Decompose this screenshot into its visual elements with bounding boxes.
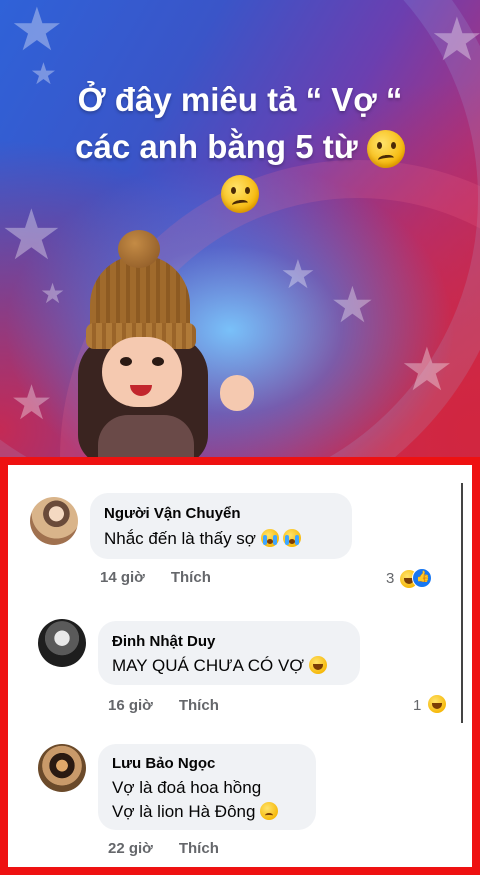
laugh-reaction-icon	[428, 695, 446, 713]
headline-line-2-text: các anh bằng 5 từ	[75, 128, 358, 165]
hat-pompom	[118, 230, 160, 268]
avatar-shirt	[98, 415, 194, 457]
comment-bubble: Người Vận Chuyển Nhắc đến là thấy sợ	[90, 493, 352, 559]
like-button[interactable]: Thích	[179, 840, 219, 857]
promo-banner: ★ ★ ★ ★ ★ ★ ★ ★ ★ Ở đây miêu tả “ Vợ “ c…	[0, 0, 480, 457]
star-decoration: ★	[10, 377, 54, 430]
comment-time[interactable]: 16 giờ	[108, 697, 153, 714]
comment-text-line-2: Vợ là lion Hà Đông	[112, 800, 279, 824]
confused-face-icon	[221, 175, 259, 214]
comment-bubble: Đinh Nhật Duy MAY QUÁ CHƯA CÓ VỢ	[98, 621, 360, 685]
like-reaction-icon	[412, 568, 432, 588]
crying-face-icon	[260, 529, 279, 547]
comment-text: MAY QUÁ CHƯA CÓ VỢ	[112, 654, 327, 678]
comment-meta: 16 giờ Thích	[108, 697, 219, 714]
commenter-avatar[interactable]	[30, 497, 78, 545]
headline-line-1: Ở đây miêu tả “ Vợ “	[77, 81, 403, 118]
commenter-name[interactable]: Lưu Bảo Ngọc	[112, 755, 215, 772]
star-decoration: ★	[430, 6, 480, 73]
comment-bubble: Lưu Bảo Ngọc Vợ là đoá hoa hồng Vợ là li…	[98, 744, 316, 830]
comment-meta: 22 giờ Thích	[108, 840, 219, 857]
comment-item: Lưu Bảo Ngọc Vợ là đoá hoa hồng Vợ là li…	[8, 720, 472, 870]
downcast-face-icon	[260, 802, 279, 820]
comment-text: Nhắc đến là thấy sợ	[104, 527, 302, 551]
commenter-name[interactable]: Đinh Nhật Duy	[112, 633, 215, 650]
comment-text-body: MAY QUÁ CHƯA CÓ VỢ	[112, 656, 304, 675]
avatar-illustration	[60, 225, 280, 457]
reaction-count[interactable]: 1	[413, 697, 421, 714]
comment-text-body: Nhắc đến là thấy sợ	[104, 529, 256, 548]
reaction-count[interactable]: 3	[386, 570, 394, 587]
star-decoration: ★	[10, 0, 64, 63]
avatar-face	[102, 337, 182, 407]
avatar-eye	[120, 357, 132, 366]
comment-text-line-1: Vợ là đoá hoa hồng	[112, 778, 262, 797]
comment-time[interactable]: 14 giờ	[100, 569, 145, 586]
commenter-name[interactable]: Người Vận Chuyển	[104, 505, 241, 522]
like-button[interactable]: Thích	[171, 569, 211, 586]
like-button[interactable]: Thích	[179, 697, 219, 714]
headline-line-2: các anh bằng 5 từ	[30, 125, 450, 169]
star-decoration: ★	[280, 253, 316, 297]
comment-text-body: Vợ là lion Hà Đông	[112, 802, 256, 821]
comment-item: Người Vận Chuyển Nhắc đến là thấy sợ 14 …	[8, 465, 472, 595]
avatar-hand	[220, 375, 254, 411]
commenter-avatar[interactable]	[38, 744, 86, 792]
comment-meta: 14 giờ Thích	[100, 569, 211, 586]
comment-time[interactable]: 22 giờ	[108, 840, 153, 857]
commenter-avatar[interactable]	[38, 619, 86, 667]
tears-of-joy-icon	[308, 656, 327, 674]
comments-panel: Người Vận Chuyển Nhắc đến là thấy sợ 14 …	[0, 457, 480, 875]
star-decoration: ★	[400, 336, 454, 403]
headline-line-3	[30, 170, 450, 214]
avatar-eye	[152, 357, 164, 366]
crying-face-icon	[283, 529, 302, 547]
reaction-icons[interactable]	[428, 695, 446, 715]
star-decoration: ★	[330, 277, 375, 333]
reaction-icons[interactable]	[400, 568, 432, 590]
confused-face-icon	[366, 130, 405, 169]
comment-item: Đinh Nhật Duy MAY QUÁ CHƯA CÓ VỢ 16 giờ T…	[8, 595, 472, 720]
